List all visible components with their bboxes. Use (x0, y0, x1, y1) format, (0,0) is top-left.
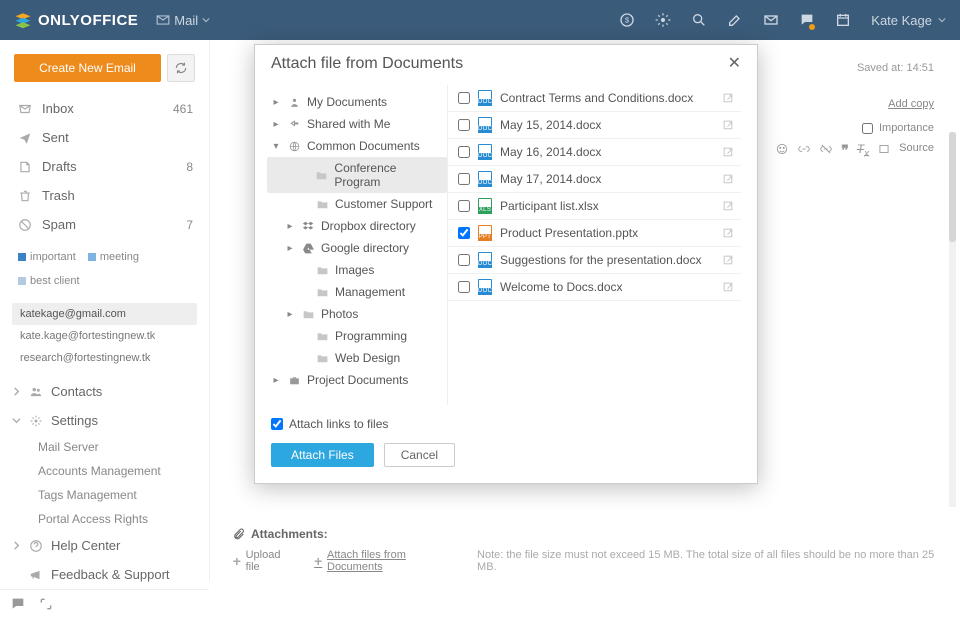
share-out-icon[interactable] (722, 227, 735, 240)
expand-icon[interactable] (38, 596, 54, 612)
bottom-toolbar (0, 589, 209, 618)
file-checkbox[interactable] (458, 281, 470, 293)
chat-bottom-icon[interactable] (10, 596, 26, 612)
folder-icon (301, 307, 315, 321)
folder-icon (315, 285, 329, 299)
file-row[interactable]: Product Presentation.pptx (448, 220, 741, 247)
file-name: Product Presentation.pptx (500, 226, 714, 240)
file-row[interactable]: May 15, 2014.docx (448, 112, 741, 139)
tree-common[interactable]: ▾ Common Documents (267, 135, 447, 157)
tree-item[interactable]: ▸ Google directory (267, 237, 447, 259)
folder-icon (315, 263, 329, 277)
share-out-icon[interactable] (722, 281, 735, 294)
share-folder-icon (287, 117, 301, 131)
file-list: Contract Terms and Conditions.docx May 1… (447, 85, 741, 405)
file-row[interactable]: May 16, 2014.docx (448, 139, 741, 166)
file-checkbox[interactable] (458, 92, 470, 104)
file-name: May 15, 2014.docx (500, 118, 714, 132)
share-out-icon[interactable] (722, 119, 735, 132)
file-name: May 17, 2014.docx (500, 172, 714, 186)
share-out-icon[interactable] (722, 92, 735, 105)
folder-icon (315, 329, 329, 343)
file-row[interactable]: Participant list.xlsx (448, 193, 741, 220)
folder-tree: ▸ My Documents ▸ Shared with Me ▾ Common… (267, 85, 447, 405)
tree-item[interactable]: Conference Program (267, 157, 447, 193)
share-out-icon[interactable] (722, 173, 735, 186)
file-type-icon (478, 198, 492, 214)
attach-files-button[interactable]: Attach Files (271, 443, 374, 467)
tree-item[interactable]: ▸ Photos (267, 303, 447, 325)
file-name: May 16, 2014.docx (500, 145, 714, 159)
file-type-icon (478, 279, 492, 295)
file-name: Participant list.xlsx (500, 199, 714, 213)
attach-links-checkbox[interactable] (271, 418, 283, 430)
tree-item[interactable]: Web Design (267, 347, 447, 369)
tree-shared[interactable]: ▸ Shared with Me (267, 113, 447, 135)
file-type-icon (478, 144, 492, 160)
attach-modal: Attach file from Documents ✕ ▸ My Docume… (254, 44, 758, 484)
globe-icon (287, 139, 301, 153)
tree-item[interactable]: Management (267, 281, 447, 303)
folder-icon (315, 351, 329, 365)
tree-my-documents[interactable]: ▸ My Documents (267, 91, 447, 113)
file-row[interactable]: Suggestions for the presentation.docx (448, 247, 741, 274)
file-checkbox[interactable] (458, 146, 470, 158)
file-type-icon (478, 252, 492, 268)
file-row[interactable]: Contract Terms and Conditions.docx (448, 85, 741, 112)
tree-item[interactable]: Programming (267, 325, 447, 347)
file-name: Contract Terms and Conditions.docx (500, 91, 714, 105)
file-row[interactable]: Welcome to Docs.docx (448, 274, 741, 301)
share-out-icon[interactable] (722, 200, 735, 213)
file-type-icon (478, 171, 492, 187)
file-checkbox[interactable] (458, 173, 470, 185)
user-folder-icon (287, 95, 301, 109)
tree-item[interactable]: Customer Support (267, 193, 447, 215)
file-checkbox[interactable] (458, 254, 470, 266)
briefcase-icon (287, 373, 301, 387)
tree-item[interactable]: Images (267, 259, 447, 281)
file-checkbox[interactable] (458, 227, 470, 239)
file-checkbox[interactable] (458, 200, 470, 212)
share-out-icon[interactable] (722, 254, 735, 267)
file-checkbox[interactable] (458, 119, 470, 131)
file-type-icon (478, 225, 492, 241)
folder-icon (315, 197, 329, 211)
modal-title: Attach file from Documents (271, 55, 728, 73)
tree-item[interactable]: ▸ Dropbox directory (267, 215, 447, 237)
file-name: Welcome to Docs.docx (500, 280, 714, 294)
file-row[interactable]: May 17, 2014.docx (448, 166, 741, 193)
folder-icon (315, 168, 329, 182)
gdrive-icon (301, 241, 315, 255)
file-name: Suggestions for the presentation.docx (500, 253, 714, 267)
file-type-icon (478, 117, 492, 133)
cancel-button[interactable]: Cancel (384, 443, 455, 467)
attach-links-option[interactable]: Attach links to files (271, 417, 741, 431)
close-icon[interactable]: ✕ (728, 56, 741, 72)
tree-project[interactable]: ▸ Project Documents (267, 369, 447, 391)
share-out-icon[interactable] (722, 146, 735, 159)
dropbox-icon (301, 219, 315, 233)
file-type-icon (478, 90, 492, 106)
